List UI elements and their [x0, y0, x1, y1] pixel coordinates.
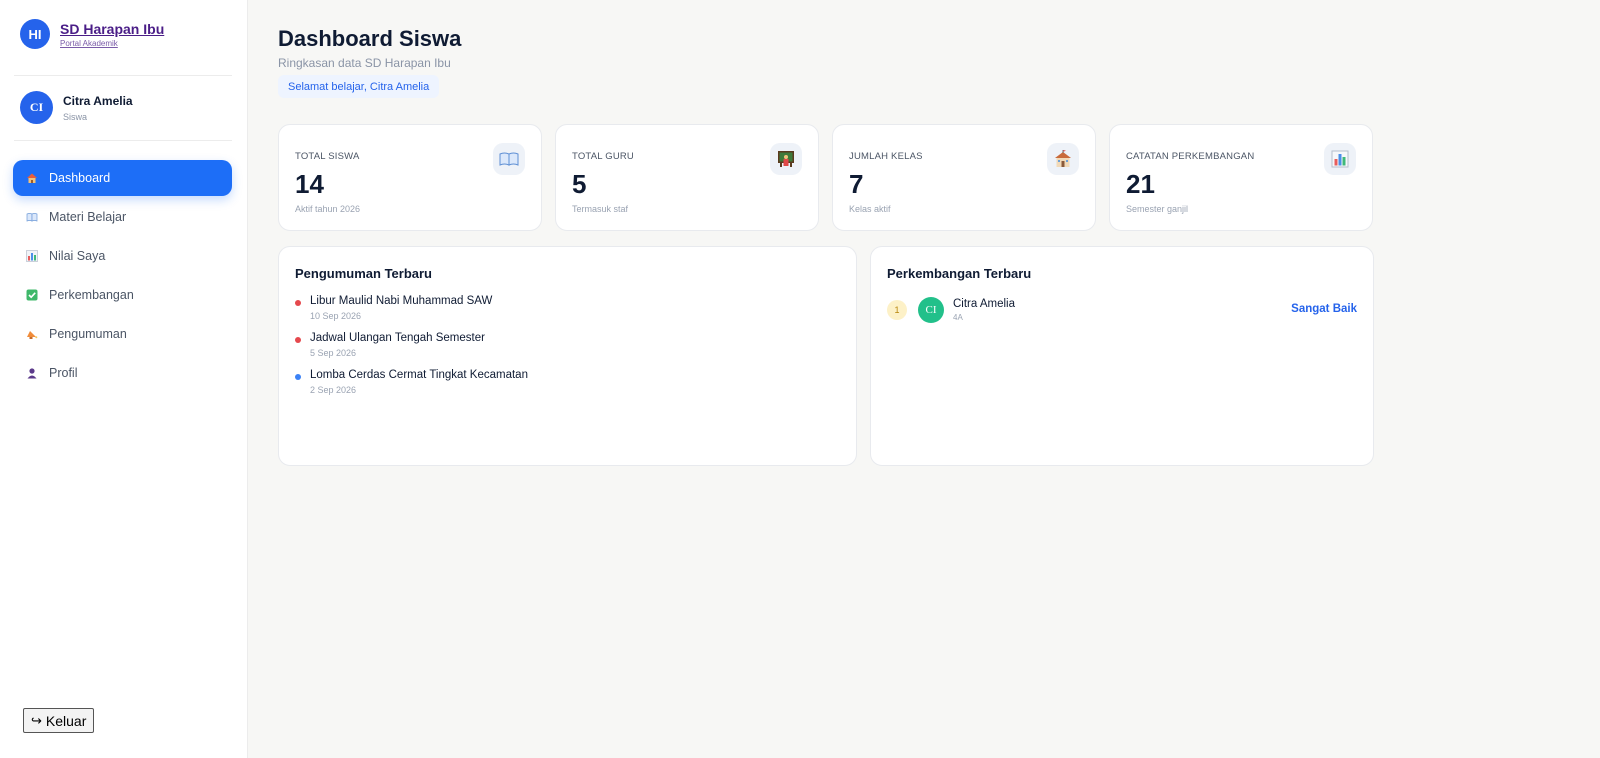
school-icon: [1047, 143, 1079, 175]
announcement-date: 5 Sep 2026: [310, 348, 357, 358]
stat-label: TOTAL GURU: [572, 151, 634, 162]
student-class: 4A: [953, 313, 963, 322]
student-name: Citra Amelia: [953, 298, 1015, 310]
person-icon: [25, 366, 39, 380]
bar-chart-icon: [25, 249, 39, 263]
stat-card-catatan-perkembangan: CATATAN PERKEMBANGAN 21 Semester ganjil: [1109, 124, 1373, 231]
brand-name-link[interactable]: SD Harapan Ibu: [60, 21, 164, 37]
announcement-item[interactable]: Jadwal Ulangan Tengah Semester 5 Sep 202…: [295, 332, 528, 369]
announcement-title: Lomba Cerdas Cermat Tingkat Kecamatan: [310, 369, 528, 381]
status-dot: [295, 337, 301, 343]
user-name: Citra Amelia: [63, 93, 133, 108]
sidebar-item-label: Perkembangan: [49, 288, 134, 302]
megaphone-icon: [25, 327, 39, 341]
grade-label: Sangat Baik: [1291, 303, 1357, 315]
divider: [14, 140, 232, 141]
book-icon: [25, 210, 39, 224]
stat-card-total-siswa: TOTAL SISWA 14 Aktif tahun 2026: [278, 124, 542, 231]
check-box-icon: [25, 288, 39, 302]
user-profile: CI Citra Amelia Siswa: [20, 91, 133, 124]
sidebar-item-label: Materi Belajar: [49, 210, 127, 224]
logout-label: Keluar: [45, 712, 87, 729]
status-dot: [295, 374, 301, 380]
rank-badge: 1: [887, 300, 907, 320]
stat-value: 14: [295, 169, 324, 199]
logout-button[interactable]: ↪ Keluar: [23, 708, 95, 733]
stat-note: Semester ganjil: [1126, 204, 1189, 214]
bar-chart-icon: [1324, 143, 1356, 175]
stat-value: 5: [572, 169, 587, 199]
sidebar-item-profil[interactable]: Profil: [13, 355, 232, 391]
panel-title: Perkembangan Terbaru: [887, 266, 1032, 281]
status-dot: [295, 300, 301, 306]
sidebar-item-dashboard[interactable]: Dashboard: [13, 160, 232, 196]
panel-title: Pengumuman Terbaru: [295, 266, 433, 281]
user-role: Siswa: [63, 111, 88, 122]
brand-subtitle-link[interactable]: Portal Akademik: [60, 39, 164, 48]
teacher-board-icon: [770, 143, 802, 175]
stat-label: TOTAL SISWA: [295, 151, 360, 162]
development-item[interactable]: 1 CI Citra Amelia 4A Sangat Baik: [887, 297, 1357, 323]
development-panel: Perkembangan Terbaru 1 CI Citra Amelia 4…: [870, 246, 1374, 466]
stat-note: Kelas aktif: [849, 204, 891, 214]
brand[interactable]: HI SD Harapan Ibu Portal Akademik: [20, 19, 164, 49]
sidebar-item-perkembangan[interactable]: Perkembangan: [13, 277, 232, 313]
stat-label: JUMLAH KELAS: [849, 151, 923, 162]
announcements-panel: Pengumuman Terbaru Libur Maulid Nabi Muh…: [278, 246, 857, 466]
sidebar-item-label: Pengumuman: [49, 327, 127, 341]
sidebar-item-label: Nilai Saya: [49, 249, 106, 263]
announcement-date: 10 Sep 2026: [310, 311, 362, 321]
brand-logo: HI: [20, 19, 50, 49]
page-title: Dashboard Siswa: [278, 26, 462, 51]
announcement-item[interactable]: Lomba Cerdas Cermat Tingkat Kecamatan 2 …: [295, 369, 528, 406]
announcement-item[interactable]: Libur Maulid Nabi Muhammad SAW 10 Sep 20…: [295, 295, 528, 332]
announcement-list: Libur Maulid Nabi Muhammad SAW 10 Sep 20…: [295, 295, 528, 406]
divider: [14, 75, 232, 76]
announcement-title: Libur Maulid Nabi Muhammad SAW: [310, 295, 493, 307]
house-icon: [25, 171, 39, 185]
announcement-date: 2 Sep 2026: [310, 385, 357, 395]
logout-icon: ↪: [31, 712, 42, 728]
sidebar-nav: Dashboard Materi Belajar Nilai Saya Perk…: [13, 160, 232, 394]
page-subtitle: Ringkasan data SD Harapan Ibu: [278, 56, 451, 70]
stat-value: 21: [1126, 169, 1155, 199]
sidebar: HI SD Harapan Ibu Portal Akademik CI Cit…: [0, 0, 248, 758]
stat-value: 7: [849, 169, 864, 199]
stat-note: Termasuk staf: [572, 204, 629, 214]
stat-card-total-guru: TOTAL GURU 5 Termasuk staf: [555, 124, 819, 231]
stat-label: CATATAN PERKEMBANGAN: [1126, 151, 1255, 162]
sidebar-item-nilai-saya[interactable]: Nilai Saya: [13, 238, 232, 274]
announcement-title: Jadwal Ulangan Tengah Semester: [310, 332, 485, 344]
stat-note: Aktif tahun 2026: [295, 204, 361, 214]
stat-card-jumlah-kelas: JUMLAH KELAS 7 Kelas aktif: [832, 124, 1096, 231]
sidebar-item-materi-belajar[interactable]: Materi Belajar: [13, 199, 232, 235]
avatar: CI: [918, 297, 944, 323]
sidebar-item-label: Profil: [49, 366, 78, 380]
book-icon: [493, 143, 525, 175]
sidebar-item-pengumuman[interactable]: Pengumuman: [13, 316, 232, 352]
avatar: CI: [20, 91, 53, 124]
welcome-badge: Selamat belajar, Citra Amelia: [278, 75, 440, 98]
sidebar-item-label: Dashboard: [49, 171, 111, 185]
